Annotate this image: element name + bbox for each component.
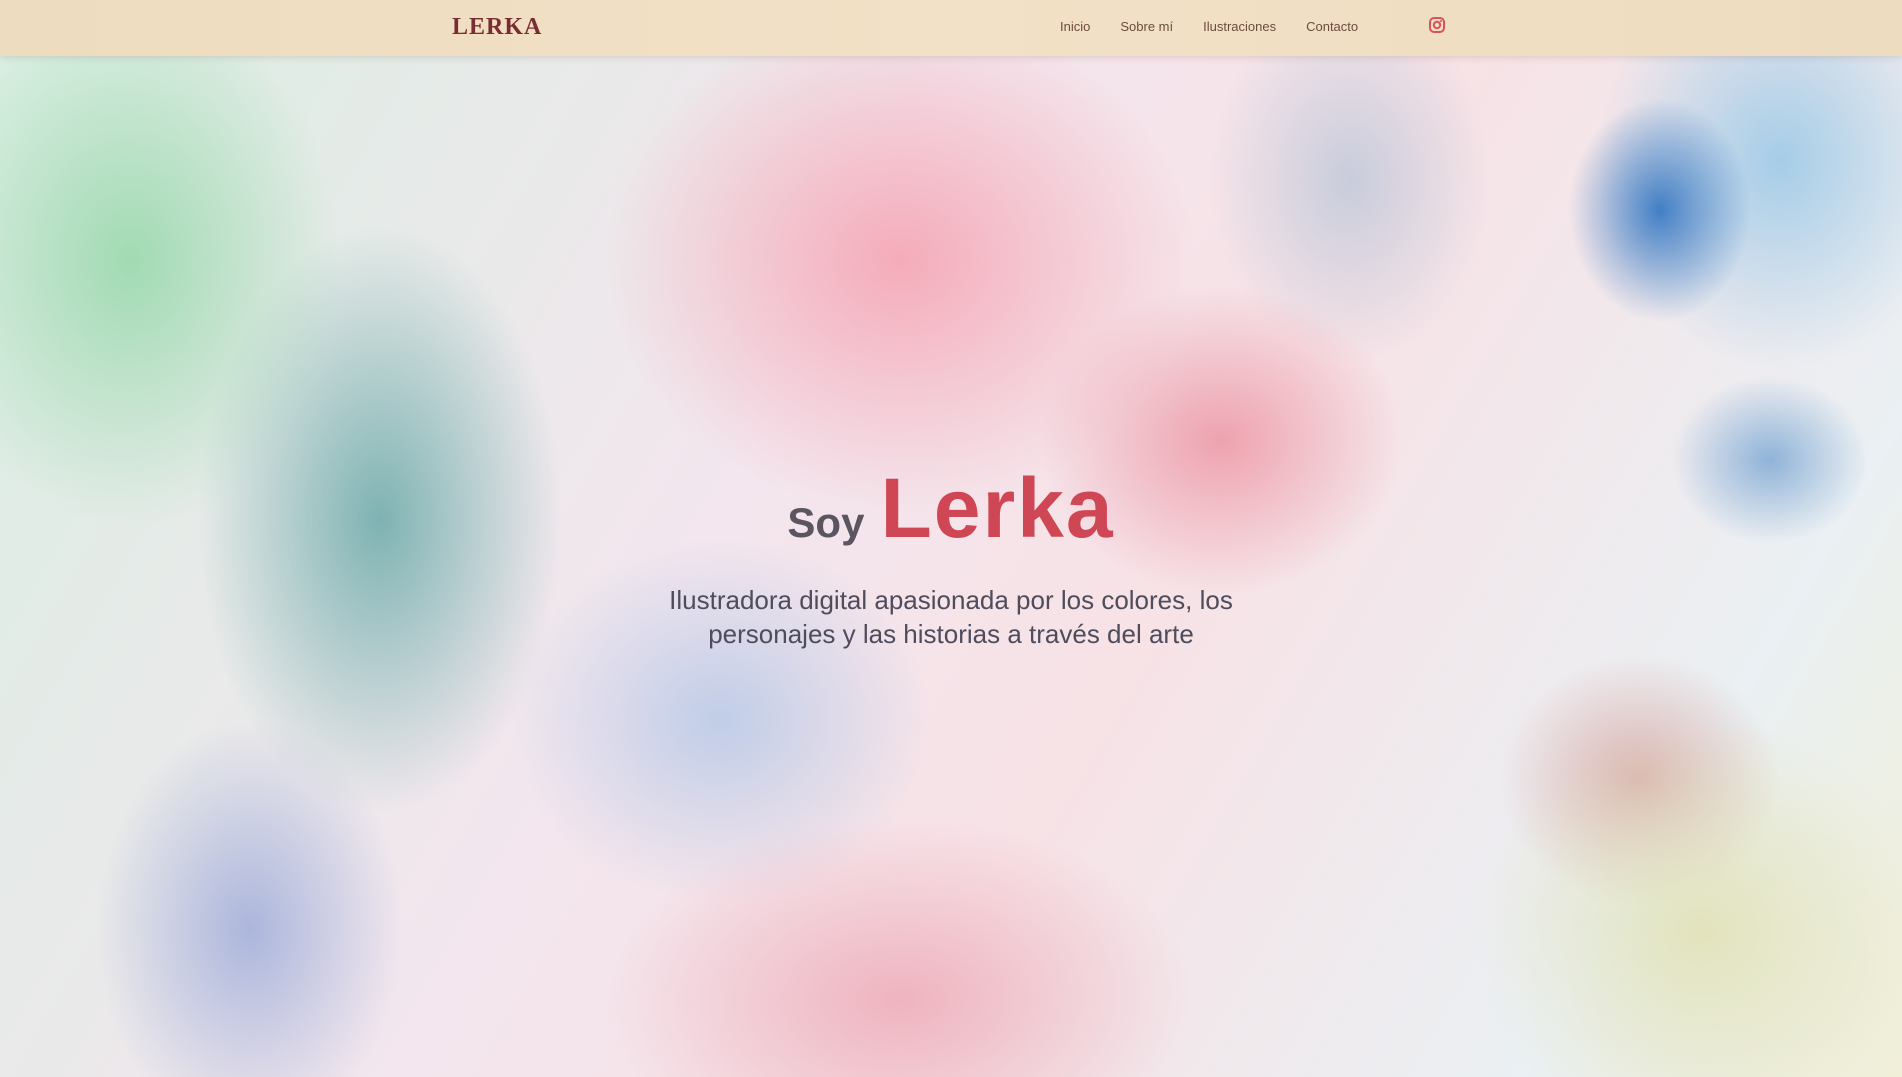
hero-greeting: Soy	[787, 499, 865, 546]
navbar: LERKA Inicio Sobre mí Ilustraciones Cont…	[0, 0, 1902, 56]
nav-link-illustrations[interactable]: Ilustraciones	[1203, 19, 1276, 34]
nav-link-about[interactable]: Sobre mí	[1120, 19, 1173, 34]
instagram-icon[interactable]	[1428, 14, 1446, 36]
hero-section: Soy Lerka Ilustradora digital apasionada…	[0, 460, 1902, 651]
site-logo[interactable]: LERKA	[452, 14, 542, 41]
hero-name: Lerka	[880, 461, 1115, 555]
nav-link-contact[interactable]: Contacto	[1306, 19, 1358, 34]
hero-title: Soy Lerka	[787, 460, 1114, 557]
page: LERKA Inicio Sobre mí Ilustraciones Cont…	[0, 0, 1902, 1077]
nav-link-home[interactable]: Inicio	[1060, 19, 1090, 34]
hero-subtitle: Ilustradora digital apasionada por los c…	[669, 585, 1233, 649]
nav-links: Inicio Sobre mí Ilustraciones Contacto	[1060, 19, 1358, 34]
